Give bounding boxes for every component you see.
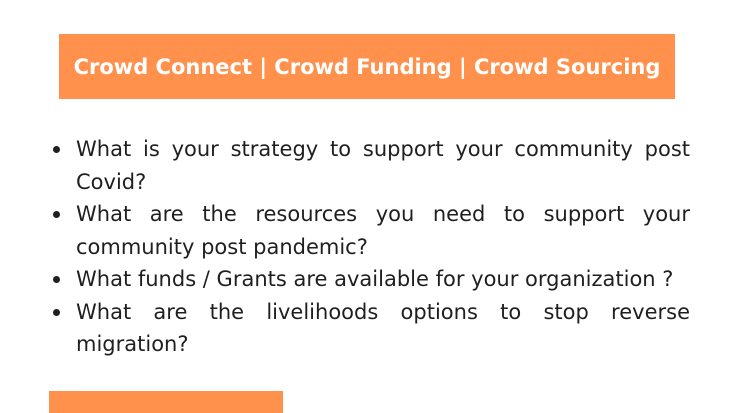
question-text: What are the resources you need to suppo… [76, 202, 690, 259]
list-item: What is your strategy to support your co… [50, 133, 690, 198]
bullet-icon [53, 211, 60, 218]
question-text: What is your strategy to support your co… [76, 137, 690, 194]
bullet-icon [53, 308, 60, 316]
header-banner: Crowd Connect | Crowd Funding | Crowd So… [59, 34, 675, 99]
bottom-accent-bar [49, 391, 283, 413]
list-item: What funds / Grants are available for yo… [50, 263, 690, 296]
banner-title: Crowd Connect | Crowd Funding | Crowd So… [73, 54, 661, 79]
bullet-icon [53, 146, 60, 153]
bullet-icon [53, 276, 60, 283]
question-text: What are the livelihoods options to stop… [76, 299, 690, 357]
list-item: What are the resources you need to suppo… [50, 198, 690, 263]
question-text: What funds / Grants are available for yo… [76, 267, 674, 291]
question-list: What is your strategy to support your co… [50, 133, 690, 361]
list-item: What are the livelihoods options to stop… [50, 296, 690, 361]
